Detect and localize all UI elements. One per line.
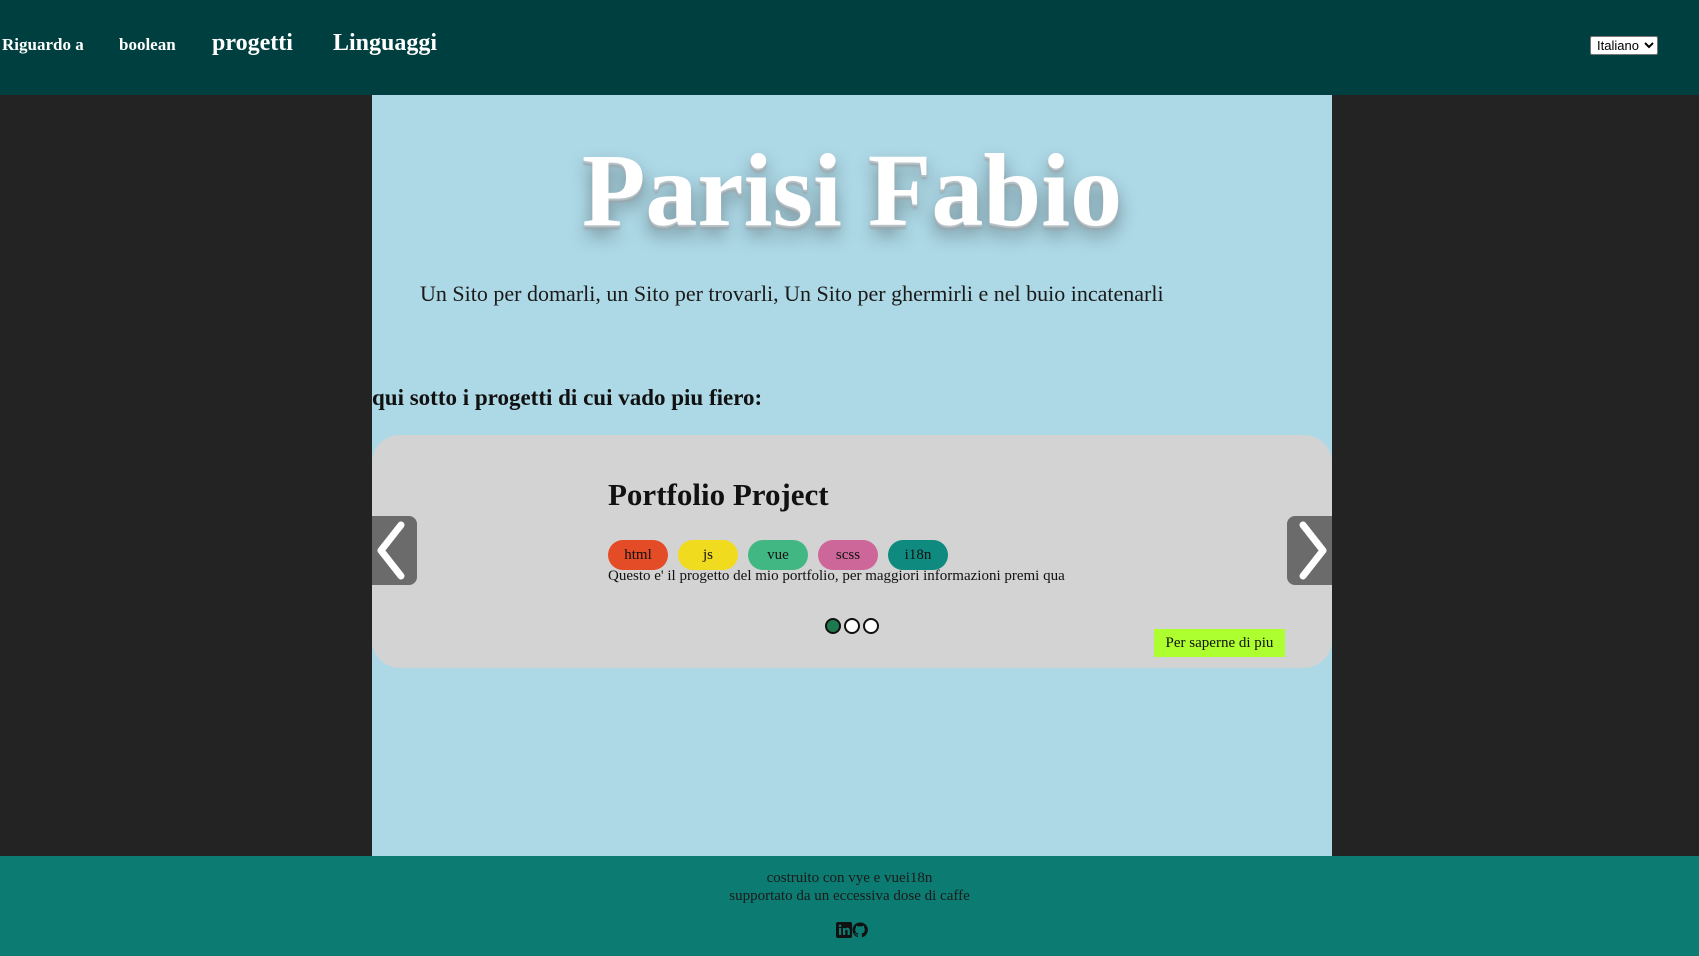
- hero-title: Parisi Fabio: [581, 133, 1123, 248]
- tag-html: html: [608, 540, 668, 570]
- tag-vue: vue: [748, 540, 808, 570]
- carousel-prev-button[interactable]: [372, 516, 417, 585]
- slide-title: Portfolio Project: [608, 477, 829, 512]
- github-icon[interactable]: [852, 922, 868, 938]
- nav-link-boolean[interactable]: boolean: [119, 35, 176, 55]
- nav-link-projects[interactable]: progetti: [212, 30, 293, 57]
- tag-js: js: [678, 540, 738, 570]
- nav-link-languages[interactable]: Linguaggi: [333, 30, 437, 57]
- learn-more-button[interactable]: Per saperne di piu: [1154, 629, 1285, 657]
- slide-description: Questo e' il progetto del mio portfolio,…: [608, 568, 1065, 584]
- footer-built-with: costruito con vye e vuei18n: [766, 870, 933, 886]
- carousel-dot-2[interactable]: [844, 618, 860, 634]
- chevron-right-icon: [1299, 521, 1327, 580]
- hero-tagline: Un Sito per domarli, un Sito per trovarl…: [420, 281, 1164, 306]
- language-select[interactable]: Italiano: [1590, 36, 1658, 55]
- nav-link-about[interactable]: Riguardo a: [2, 35, 84, 55]
- main-content: Parisi Fabio Un Sito per domarli, un Sit…: [372, 95, 1332, 856]
- social-links: [836, 922, 868, 938]
- tag-scss: scss: [818, 540, 878, 570]
- linkedin-icon[interactable]: [836, 922, 852, 938]
- carousel-dot-3[interactable]: [863, 618, 879, 634]
- chevron-left-icon: [377, 521, 405, 580]
- carousel-next-button[interactable]: [1287, 516, 1332, 585]
- top-navbar: Riguardo a boolean progetti Linguaggi It…: [0, 0, 1699, 95]
- projects-heading: qui sotto i progetti di cui vado piu fie…: [372, 385, 763, 410]
- projects-carousel: Portfolio Project html js vue scss i18n …: [372, 435, 1332, 668]
- footer-supported-by: supportato da un eccessiva dose di caffe: [729, 888, 970, 904]
- footer: costruito con vye e vuei18n supportato d…: [0, 856, 1699, 956]
- tag-i18n: i18n: [888, 540, 948, 570]
- carousel-dot-1[interactable]: [825, 618, 841, 634]
